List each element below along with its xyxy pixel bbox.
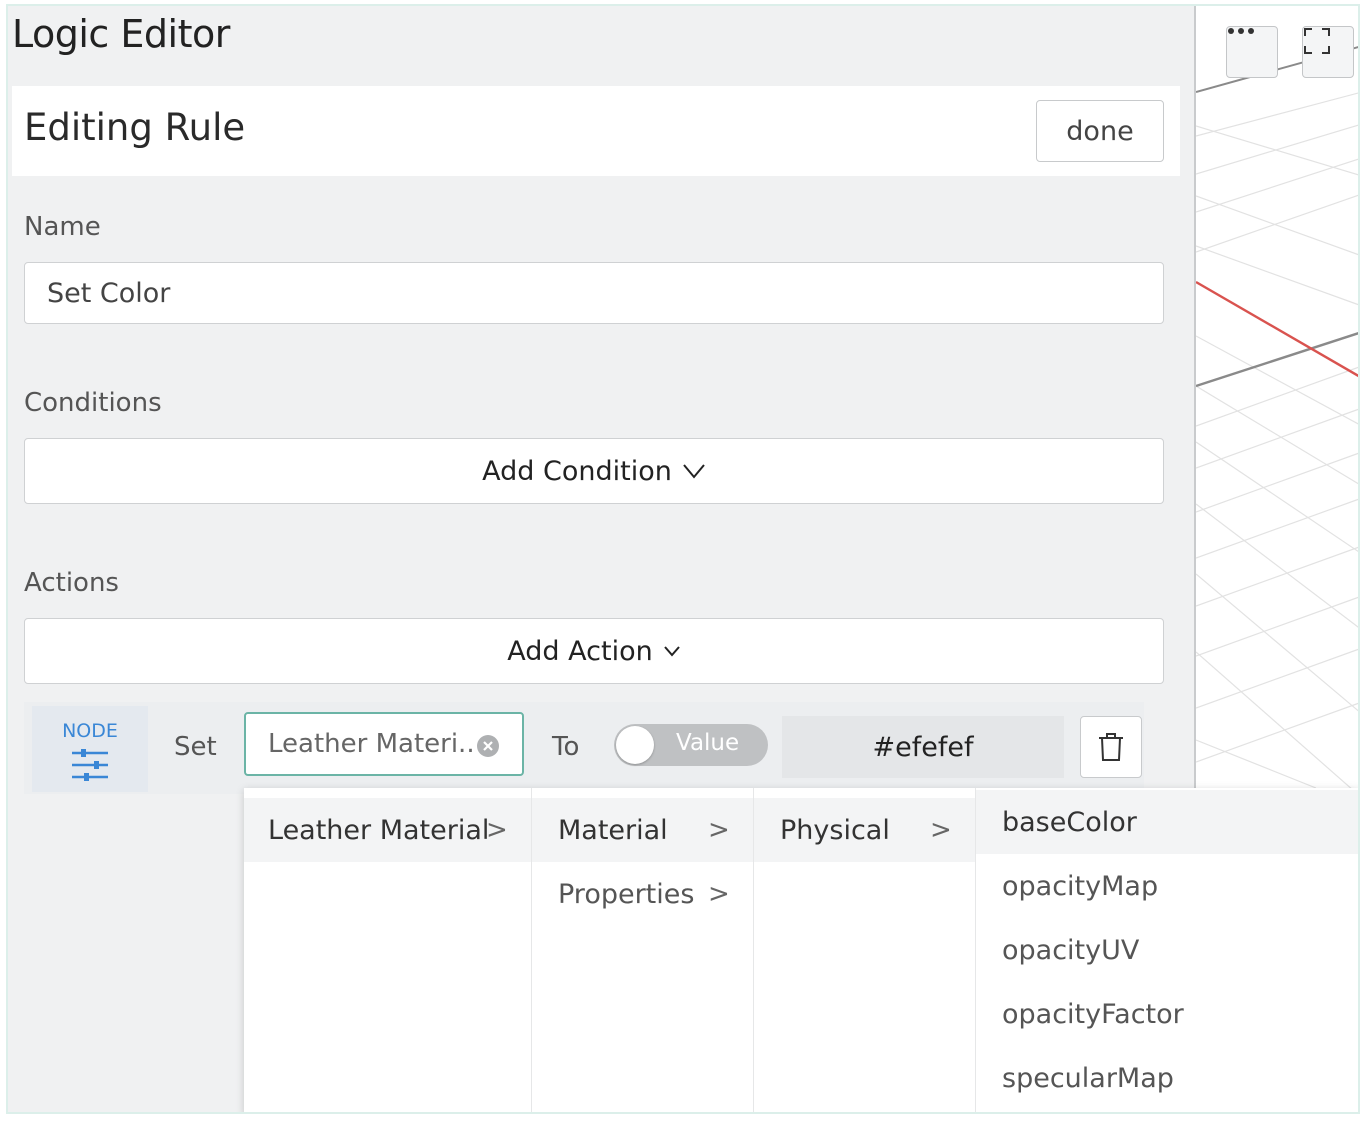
done-button[interactable]: done: [1036, 100, 1164, 162]
logic-editor-window: Logic Editor Editing Rule done Name Set …: [6, 4, 1360, 1114]
chevron-down-icon: [683, 464, 705, 479]
clear-icon[interactable]: [476, 734, 500, 758]
option-label: opacityUV: [1002, 934, 1140, 966]
node-badge-label: NODE: [62, 720, 118, 742]
cascader-option-leather-material[interactable]: Leather Material >: [244, 798, 531, 862]
rule-name-input[interactable]: Set Color: [24, 262, 1164, 324]
option-label: opacityMap: [1002, 870, 1159, 902]
cascader-option-material[interactable]: Material >: [532, 798, 753, 862]
option-label: Material: [558, 814, 668, 846]
add-condition-button[interactable]: Add Condition: [24, 438, 1164, 504]
3d-viewport[interactable]: [1194, 6, 1358, 788]
color-value-text: #efefef: [872, 731, 974, 763]
cascader-option-properties[interactable]: Properties >: [532, 862, 753, 926]
cascader-option-opacitymap[interactable]: opacityMap: [976, 854, 1358, 918]
action-row: NODE Set Leather Materi.. To Value #efef…: [24, 702, 1144, 794]
target-selector-value: Leather Materi..: [268, 729, 475, 759]
option-label: opacityFactor: [1002, 998, 1184, 1030]
toggle-knob: [616, 726, 654, 764]
toggle-label: Value: [676, 730, 740, 756]
fullscreen-icon: [1304, 28, 1330, 54]
actions-label: Actions: [24, 568, 119, 598]
fullscreen-button[interactable]: [1302, 26, 1354, 78]
cascader-option-specularmap[interactable]: specularMap: [976, 1046, 1358, 1110]
rule-title: Editing Rule: [24, 106, 246, 149]
cascader-option-physical[interactable]: Physical >: [754, 798, 975, 862]
chevron-down-icon: [663, 646, 680, 657]
cascader-option-basecolor[interactable]: baseColor: [976, 790, 1358, 854]
cascader-column-1: Leather Material >: [244, 788, 532, 1112]
value-toggle[interactable]: Value: [614, 724, 768, 766]
chevron-right-icon: >: [930, 815, 952, 845]
chevron-right-icon: >: [708, 879, 730, 909]
cascader-column-3: Physical >: [754, 788, 976, 1112]
add-condition-label: Add Condition: [482, 455, 672, 487]
set-label: Set: [174, 732, 217, 762]
delete-action-button[interactable]: [1080, 716, 1142, 778]
option-label: baseColor: [1002, 806, 1137, 838]
app-title: Logic Editor: [12, 12, 230, 56]
cascader-option-opacityuv[interactable]: opacityUV: [976, 918, 1358, 982]
cascader-option-opacityfactor[interactable]: opacityFactor: [976, 982, 1358, 1046]
name-label: Name: [24, 212, 101, 242]
chevron-right-icon: >: [708, 815, 730, 845]
rule-name-value: Set Color: [47, 277, 171, 309]
cascader-column-4: baseColor opacityMap opacityUV opacityFa…: [976, 788, 1358, 1112]
option-label: specularMap: [1002, 1062, 1174, 1094]
to-label: To: [552, 732, 580, 762]
viewport-grid: [1196, 46, 1358, 788]
add-action-button[interactable]: Add Action: [24, 618, 1164, 684]
color-value-field[interactable]: #efefef: [782, 716, 1064, 778]
more-options-button[interactable]: [1226, 26, 1278, 78]
chevron-right-icon: >: [486, 815, 508, 845]
add-action-label: Add Action: [507, 635, 653, 667]
option-label: Properties: [558, 878, 695, 910]
conditions-label: Conditions: [24, 388, 162, 418]
target-selector-input[interactable]: Leather Materi..: [244, 712, 524, 776]
target-cascader-dropdown: Leather Material > Material > Properties…: [244, 788, 1358, 1112]
option-label: Leather Material: [268, 814, 490, 846]
trash-icon: [1099, 733, 1123, 761]
option-label: Physical: [780, 814, 890, 846]
cascader-column-2: Material > Properties >: [532, 788, 754, 1112]
sliders-icon: [72, 749, 108, 781]
ellipsis-icon: [1228, 28, 1254, 34]
node-type-badge[interactable]: NODE: [32, 706, 148, 792]
rule-header: Editing Rule done: [12, 86, 1180, 176]
